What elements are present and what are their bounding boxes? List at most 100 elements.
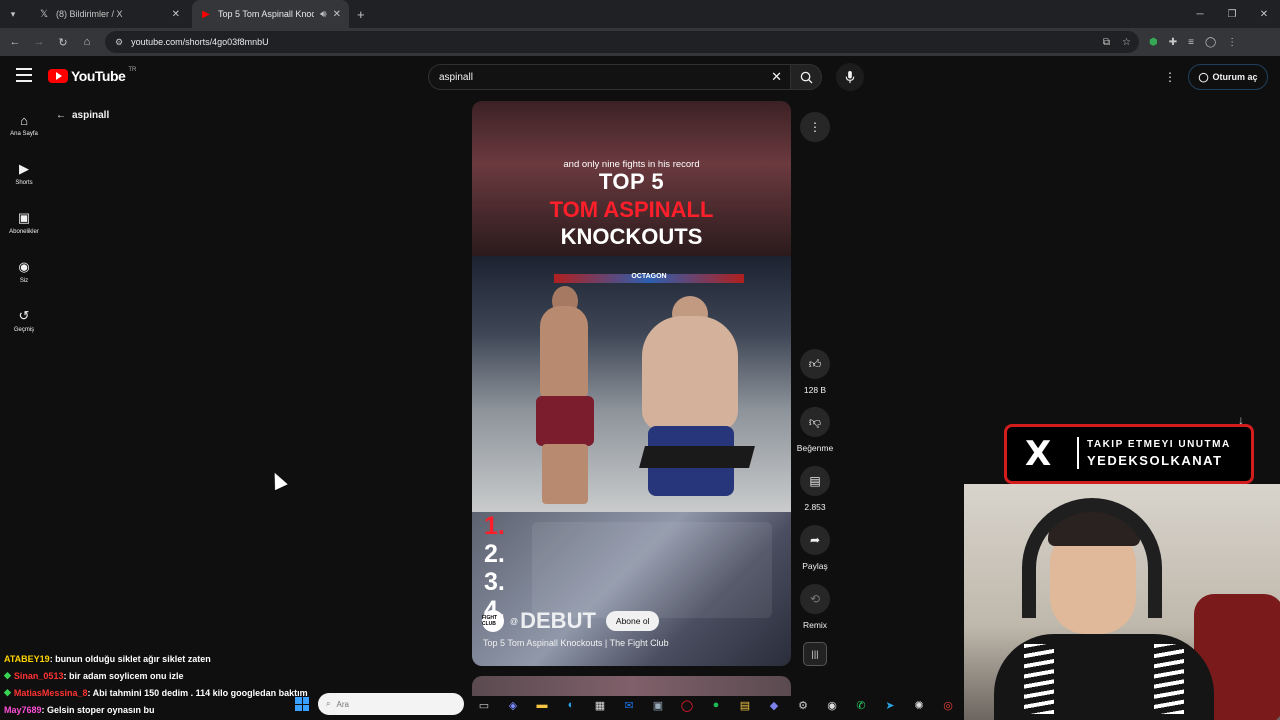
short-video-title[interactable]: Top 5 Tom Aspinall Knockouts | The Fight… xyxy=(483,638,783,648)
settings-more-icon[interactable]: ⋮ xyxy=(1164,70,1176,84)
chat-text: : bir adam soylicem onu izle xyxy=(63,670,184,681)
new-tab-plus-icon[interactable]: + xyxy=(357,7,365,22)
address-bar[interactable]: ⚙ youtube.com/shorts/4go03f8mnbU ⧉ ☆ xyxy=(105,31,1139,53)
restore-icon[interactable]: ❐ xyxy=(1216,0,1248,28)
chat-message: ATABEY19 : bunun olduğu siklet ağır sikl… xyxy=(0,650,355,667)
telegram-icon[interactable]: ➤ xyxy=(880,695,900,715)
fighter-blue-shorts xyxy=(620,296,760,512)
windows-start-icon[interactable] xyxy=(295,697,309,711)
rank-item: 3. xyxy=(484,568,505,596)
minimize-icon[interactable]: ─ xyxy=(1184,0,1216,28)
chat-text: : Gelsin stoper oynasın bu xyxy=(41,704,155,715)
app-icon[interactable]: ▣ xyxy=(648,695,668,715)
audio-waveform-icon[interactable]: ||| xyxy=(803,642,827,666)
rank-item: 2. xyxy=(484,540,505,568)
like-count: 128 B xyxy=(803,385,827,395)
badge-diamond-icon: ◆ xyxy=(4,687,11,697)
guide-item-subscriptions[interactable]: ▣ Abonelikler xyxy=(0,198,48,247)
guide-item-shorts[interactable]: ▶ Shorts xyxy=(0,149,48,198)
outlook-icon[interactable]: ✉ xyxy=(619,695,639,715)
guide-label: Shorts xyxy=(15,180,33,186)
speaker-icon[interactable]: 🔊︎ xyxy=(320,9,326,20)
back-to-search-results[interactable]: ← aspinall xyxy=(56,110,109,121)
chatgpt-icon[interactable]: ✺ xyxy=(909,695,929,715)
stream-follow-banner: X TAKIP ETMEYI UNUTMA YEDEKSOLKANAT xyxy=(1004,424,1254,484)
guide-label: Geçmiş xyxy=(13,327,35,333)
short-video-frame: OCTAGON xyxy=(472,256,791,512)
more-vert-icon[interactable]: ⋮ xyxy=(800,112,830,142)
search-input-value: aspinall xyxy=(439,71,473,83)
extension-shield-icon[interactable]: ⬢ xyxy=(1149,37,1158,48)
opera-icon[interactable]: ◯ xyxy=(677,695,697,715)
tab-title: (8) Bildirimler / X xyxy=(56,9,123,19)
tab-x-notifications[interactable]: 𝕏 (8) Bildirimler / X ✕ xyxy=(30,0,188,28)
sound-action[interactable]: ||| xyxy=(795,642,835,666)
more-actions[interactable]: ⋮ xyxy=(795,112,835,142)
mouse-cursor xyxy=(268,469,288,491)
shorts-player[interactable]: and only nine fights in his record TOP 5… xyxy=(472,101,791,666)
task-view-icon[interactable]: ▭ xyxy=(474,695,494,715)
window-close-icon[interactable]: ✕ xyxy=(1248,0,1280,28)
whatsapp-icon[interactable]: ✆ xyxy=(851,695,871,715)
hamburger-menu-icon[interactable] xyxy=(16,68,32,82)
profile-icon[interactable]: ◯ xyxy=(1205,37,1216,48)
guide-item-you[interactable]: ◉ Siz xyxy=(0,247,48,296)
streamer-webcam xyxy=(964,484,1280,720)
taskbar-search-placeholder: Ara xyxy=(336,699,349,709)
settings-gear-icon[interactable]: ⚙ xyxy=(793,695,813,715)
file-explorer-icon[interactable]: ▬ xyxy=(532,695,552,715)
browser-menu-icon[interactable]: ⋮ xyxy=(1227,37,1237,48)
thumbs-up-icon[interactable]: 👍︎ xyxy=(800,349,830,379)
copilot-icon[interactable]: ◈ xyxy=(503,695,523,715)
voice-search-button[interactable] xyxy=(836,63,864,91)
clear-search-icon[interactable]: ✕ xyxy=(771,69,782,85)
home-icon[interactable]: ⌂ xyxy=(75,30,99,54)
remix-icon[interactable]: ⟲ xyxy=(800,584,830,614)
forward-arrow-icon[interactable]: → xyxy=(27,30,51,54)
thumbs-down-icon[interactable]: 👎︎ xyxy=(800,407,830,437)
tab-close-icon[interactable]: ✕ xyxy=(172,9,180,20)
next-short-preview[interactable] xyxy=(472,676,791,696)
dislike-action[interactable]: 👎︎ Beğenme xyxy=(795,407,835,453)
guide-item-home[interactable]: ⌂ Ana Sayfa xyxy=(0,100,48,149)
install-app-icon[interactable]: ⧉ xyxy=(1103,37,1110,48)
guide-item-history[interactable]: ↺ Geçmiş xyxy=(0,296,48,345)
spotify-icon[interactable]: ● xyxy=(706,695,726,715)
blurred-thumbnail-area xyxy=(532,522,772,618)
tab-list-chevron-icon[interactable]: ▾ xyxy=(4,5,22,23)
channel-avatar[interactable]: FIGHT CLUB xyxy=(482,610,504,632)
chat-username: Sinan_0513 xyxy=(13,670,64,681)
short-ranking-card: 1. 2. 3. 4. FIGHT CLUB @ DEBUT Abone ol … xyxy=(472,512,791,666)
tab-youtube-short[interactable]: ▶ Top 5 Tom Aspinall Knocko 🔊︎ ✕ xyxy=(192,0,349,28)
share-arrow-icon[interactable]: ➦ xyxy=(800,525,830,555)
tab-close-icon[interactable]: ✕ xyxy=(333,9,341,20)
search-input[interactable]: aspinall ✕ xyxy=(428,64,791,90)
sign-in-button[interactable]: ◯ Oturum aç xyxy=(1188,64,1268,90)
extensions-puzzle-icon[interactable]: ✚ xyxy=(1169,37,1177,48)
store-icon[interactable]: ▦ xyxy=(590,695,610,715)
notes-icon[interactable]: ▤ xyxy=(735,695,755,715)
account-circle-icon: ◯ xyxy=(1198,71,1209,82)
comment-icon[interactable]: ▤ xyxy=(800,466,830,496)
edge-icon[interactable]: ◐ xyxy=(561,695,581,715)
url-text[interactable]: youtube.com/shorts/4go03f8mnbU xyxy=(131,37,1095,47)
chat-text: : bunun olduğu siklet ağır siklet zaten xyxy=(49,653,211,664)
teams-icon[interactable]: ◆ xyxy=(764,695,784,715)
search-button[interactable] xyxy=(790,64,822,90)
like-action[interactable]: 👍︎ 128 B xyxy=(795,349,835,395)
youtube-logo[interactable]: YouTube TR xyxy=(48,67,137,84)
media-controls-icon[interactable]: ≡ xyxy=(1188,37,1194,48)
reload-icon[interactable]: ↻ xyxy=(51,30,75,54)
comments-action[interactable]: ▤ 2.853 xyxy=(795,466,835,512)
chrome-icon[interactable]: ◎ xyxy=(938,695,958,715)
subscribe-button[interactable]: Abone ol xyxy=(605,611,660,631)
site-info-icon[interactable]: ⚙ xyxy=(115,37,123,48)
share-action[interactable]: ➦ Paylaş xyxy=(795,525,835,571)
region-code: TR xyxy=(128,67,137,73)
bookmark-star-icon[interactable]: ☆ xyxy=(1122,37,1131,48)
remix-action[interactable]: ⟲ Remix xyxy=(795,584,835,630)
taskbar-search-input[interactable]: ⌕ Ara xyxy=(318,693,464,715)
channel-handle[interactable]: @ xyxy=(510,617,518,626)
back-arrow-icon[interactable]: ← xyxy=(3,30,27,54)
obs-icon[interactable]: ◉ xyxy=(822,695,842,715)
